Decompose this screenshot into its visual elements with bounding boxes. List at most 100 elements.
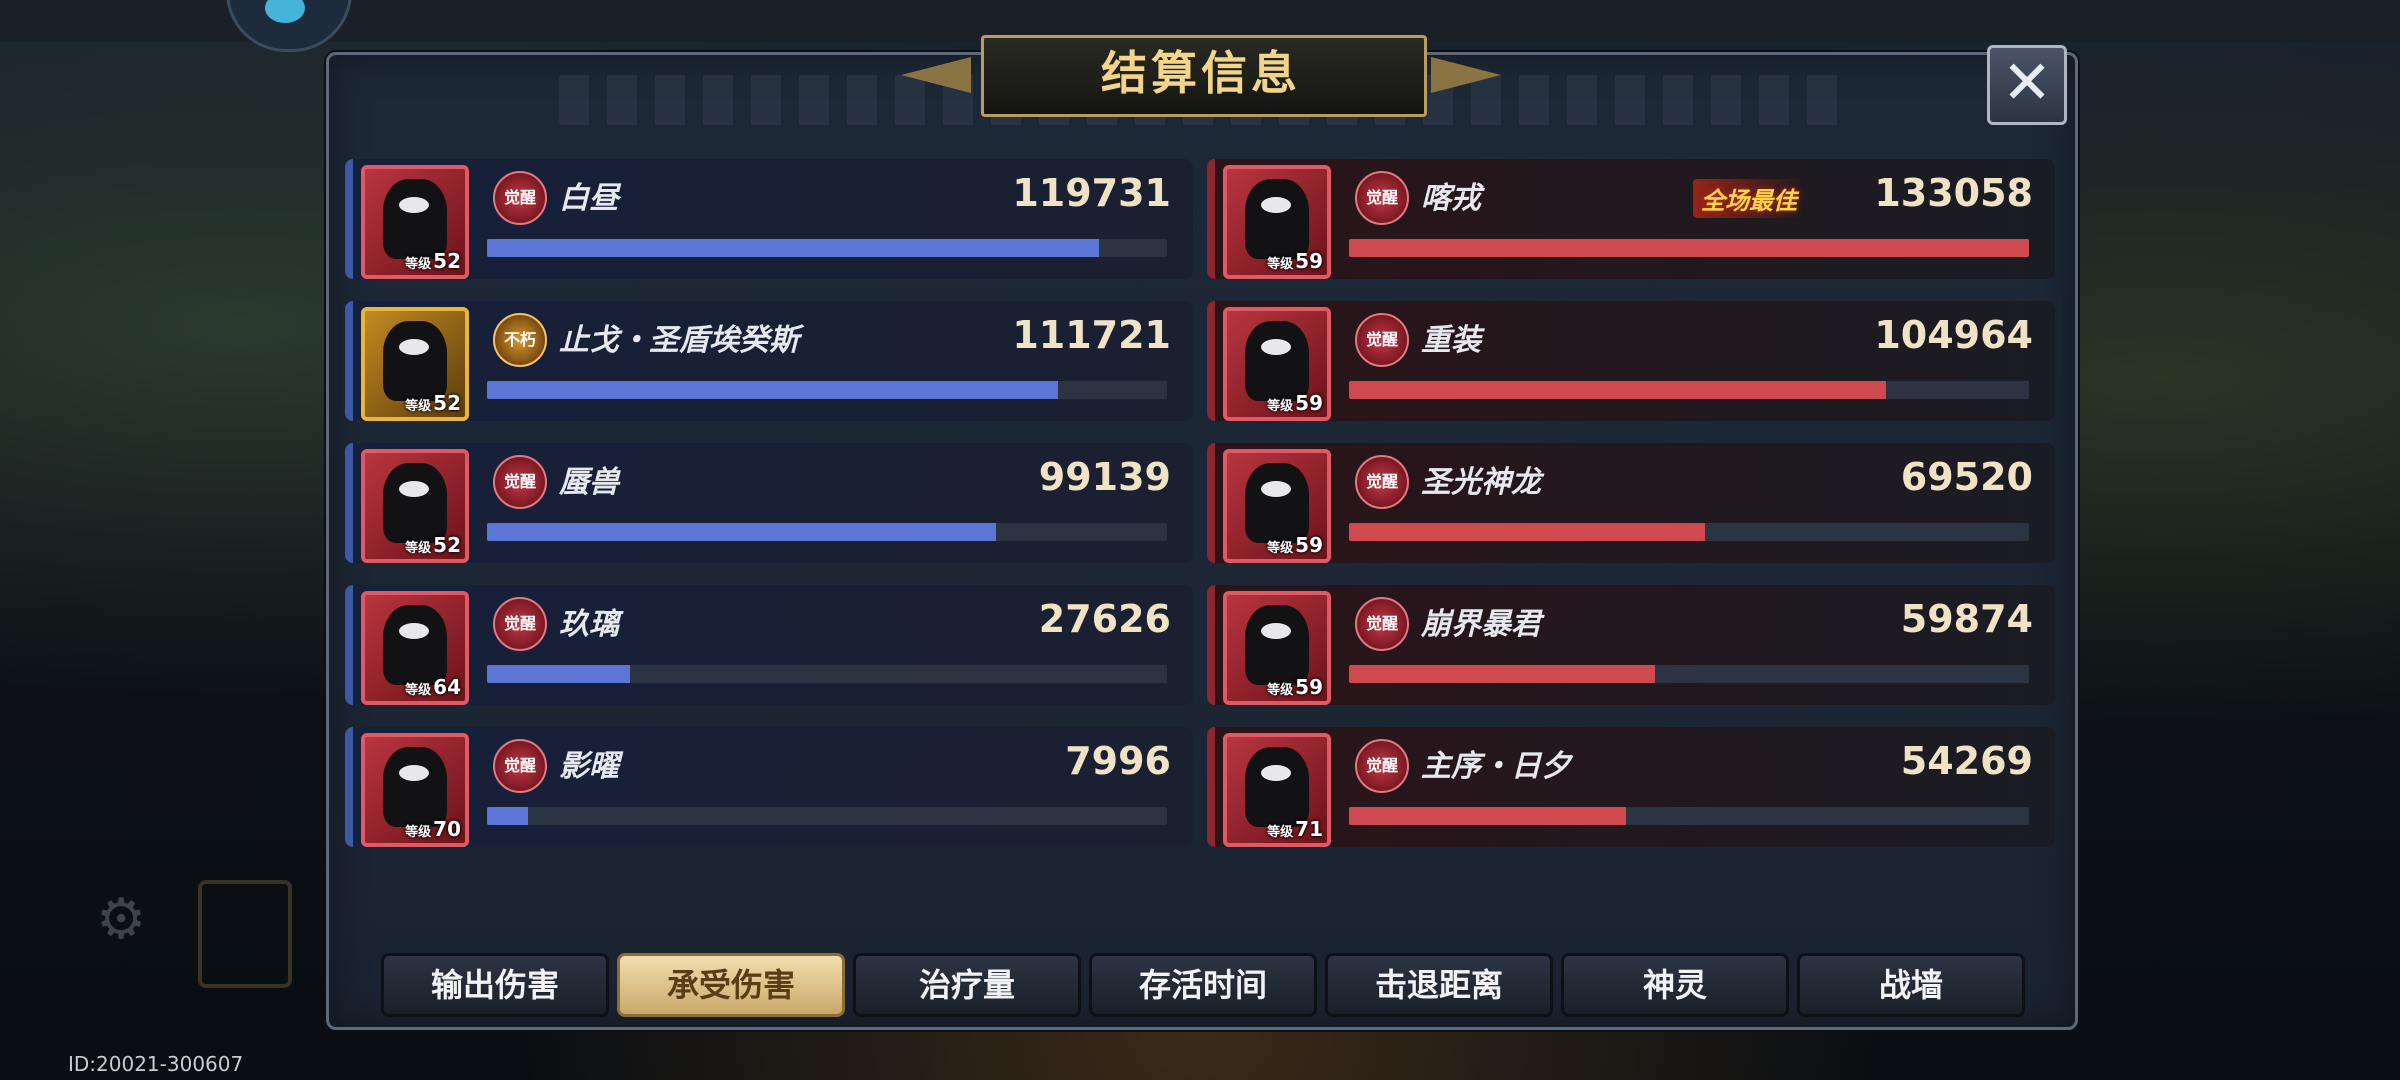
tab-0[interactable]: 输出伤害 — [381, 953, 609, 1017]
stat-bar-fill — [487, 381, 1059, 399]
hero-level: 等级 59 — [1267, 675, 1323, 699]
stat-bar-fill — [487, 239, 1099, 257]
hero-avatar[interactable]: 等级 59 — [1223, 307, 1331, 421]
member-row[interactable]: 等级 71 觉醒 主序・日夕 54269 — [1207, 727, 2055, 847]
level-number: 64 — [433, 675, 461, 699]
rank-badge-icon: 觉醒 — [1355, 313, 1409, 367]
stat-bar-fill — [1349, 381, 1887, 399]
hero-avatar[interactable]: 等级 59 — [1223, 165, 1331, 279]
hero-avatar[interactable]: 等级 52 — [361, 165, 469, 279]
tab-4[interactable]: 击退距离 — [1325, 953, 1553, 1017]
level-number: 52 — [433, 391, 461, 415]
hero-avatar[interactable]: 等级 52 — [361, 449, 469, 563]
hero-level: 等级 59 — [1267, 391, 1323, 415]
title-wing-right — [1431, 57, 1501, 93]
hero-avatar[interactable]: 等级 71 — [1223, 733, 1331, 847]
stat-bar-fill — [487, 665, 630, 683]
member-row[interactable]: 等级 64 觉醒 玖璃 27626 — [345, 585, 1193, 705]
hero-level: 等级 59 — [1267, 533, 1323, 557]
level-number: 59 — [1295, 249, 1323, 273]
stat-tabs: 输出伤害 承受伤害 治疗量 存活时间 击退距离 神灵 战墙 — [381, 953, 2031, 1017]
member-row[interactable]: 等级 59 觉醒 圣光神龙 69520 — [1207, 443, 2055, 563]
hero-portrait-icon — [1245, 321, 1309, 401]
tab-3[interactable]: 存活时间 — [1089, 953, 1317, 1017]
rank-badge-icon: 觉醒 — [1355, 597, 1409, 651]
rank-badge-icon: 觉醒 — [493, 455, 547, 509]
hero-name: 玖璃 — [559, 607, 619, 642]
level-label: 等级 — [405, 683, 432, 698]
hero-avatar[interactable]: 等级 64 — [361, 591, 469, 705]
hero-portrait-icon — [1245, 463, 1309, 543]
panel-title: 结算信息 — [1101, 46, 1301, 100]
stat-bar — [1349, 381, 2029, 399]
hero-name: 崩界暴君 — [1421, 607, 1541, 642]
member-row[interactable]: 等级 59 觉醒 重装 104964 — [1207, 301, 2055, 421]
member-row[interactable]: 等级 70 觉醒 影曜 7996 — [345, 727, 1193, 847]
tab-1[interactable]: 承受伤害 — [617, 953, 845, 1017]
hero-name: 止戈・圣盾埃癸斯 — [559, 323, 799, 358]
stat-bar-fill — [487, 807, 528, 825]
best-player-tag: 全场最佳 — [1693, 179, 1805, 218]
member-row[interactable]: 等级 59 觉醒 喀戎 全场最佳 133058 — [1207, 159, 2055, 279]
stat-bar — [1349, 239, 2029, 257]
stat-value: 59874 — [1900, 597, 2033, 641]
hero-avatar[interactable]: 等级 59 — [1223, 591, 1331, 705]
stat-bar — [1349, 523, 2029, 541]
title-plate: 结算信息 — [901, 27, 1501, 117]
level-number: 70 — [433, 817, 461, 841]
stat-value: 27626 — [1038, 597, 1171, 641]
hero-portrait-icon — [383, 321, 447, 401]
hero-portrait-icon — [1245, 605, 1309, 685]
hero-portrait-icon — [383, 747, 447, 827]
hero-avatar[interactable]: 等级 52 — [361, 307, 469, 421]
close-icon[interactable]: ✕ — [1987, 45, 2067, 125]
stat-bar-fill — [1349, 523, 1705, 541]
rank-badge-icon: 觉醒 — [493, 171, 547, 225]
stat-bar — [487, 807, 1167, 825]
stat-value: 69520 — [1900, 455, 2033, 499]
hero-name: 蜃兽 — [559, 465, 619, 500]
level-label: 等级 — [1267, 683, 1294, 698]
hero-avatar[interactable]: 等级 70 — [361, 733, 469, 847]
stat-value: 111721 — [1012, 313, 1171, 357]
stat-bar — [1349, 665, 2029, 683]
level-label: 等级 — [1267, 541, 1294, 556]
stat-value: 7996 — [1065, 739, 1171, 783]
tab-2[interactable]: 治疗量 — [853, 953, 1081, 1017]
stat-bar — [487, 523, 1167, 541]
tab-6[interactable]: 战墙 — [1797, 953, 2025, 1017]
stat-bar — [487, 665, 1167, 683]
hero-portrait-icon — [1245, 747, 1309, 827]
level-number: 52 — [433, 533, 461, 557]
level-label: 等级 — [1267, 825, 1294, 840]
rank-badge-icon: 觉醒 — [1355, 739, 1409, 793]
rank-badge-icon: 不朽 — [493, 313, 547, 367]
level-number: 59 — [1295, 675, 1323, 699]
title-wing-left — [901, 57, 971, 93]
level-number: 71 — [1295, 817, 1323, 841]
hero-portrait-icon — [1245, 179, 1309, 259]
level-label: 等级 — [405, 257, 432, 272]
hero-level: 等级 70 — [405, 817, 461, 841]
player-id-text: ID:20021-300607 — [68, 1052, 244, 1076]
stat-value: 119731 — [1012, 171, 1171, 215]
stat-bar — [1349, 807, 2029, 825]
hero-name: 主序・日夕 — [1421, 749, 1571, 784]
tab-5[interactable]: 神灵 — [1561, 953, 1789, 1017]
member-row[interactable]: 等级 52 觉醒 白昼 119731 — [345, 159, 1193, 279]
settlement-panel: 结算信息 ✕ 等级 52 觉醒 白昼 119731 等级 52 不朽 止戈・圣盾埃癸斯 11172… — [326, 35, 2078, 1030]
auto-badge-icon — [198, 880, 292, 988]
level-label: 等级 — [405, 399, 432, 414]
stat-bar — [487, 381, 1167, 399]
hero-avatar[interactable]: 等级 59 — [1223, 449, 1331, 563]
hero-level: 等级 59 — [1267, 249, 1323, 273]
stat-bar-fill — [487, 523, 996, 541]
member-row[interactable]: 等级 59 觉醒 崩界暴君 59874 — [1207, 585, 2055, 705]
member-row[interactable]: 等级 52 觉醒 蜃兽 99139 — [345, 443, 1193, 563]
rank-badge-icon: 觉醒 — [1355, 455, 1409, 509]
member-row[interactable]: 等级 52 不朽 止戈・圣盾埃癸斯 111721 — [345, 301, 1193, 421]
left-team-column: 等级 52 觉醒 白昼 119731 等级 52 不朽 止戈・圣盾埃癸斯 111721 等级 52 觉醒… — [345, 159, 1193, 869]
hero-level: 等级 52 — [405, 249, 461, 273]
hero-level: 等级 52 — [405, 533, 461, 557]
level-number: 59 — [1295, 533, 1323, 557]
